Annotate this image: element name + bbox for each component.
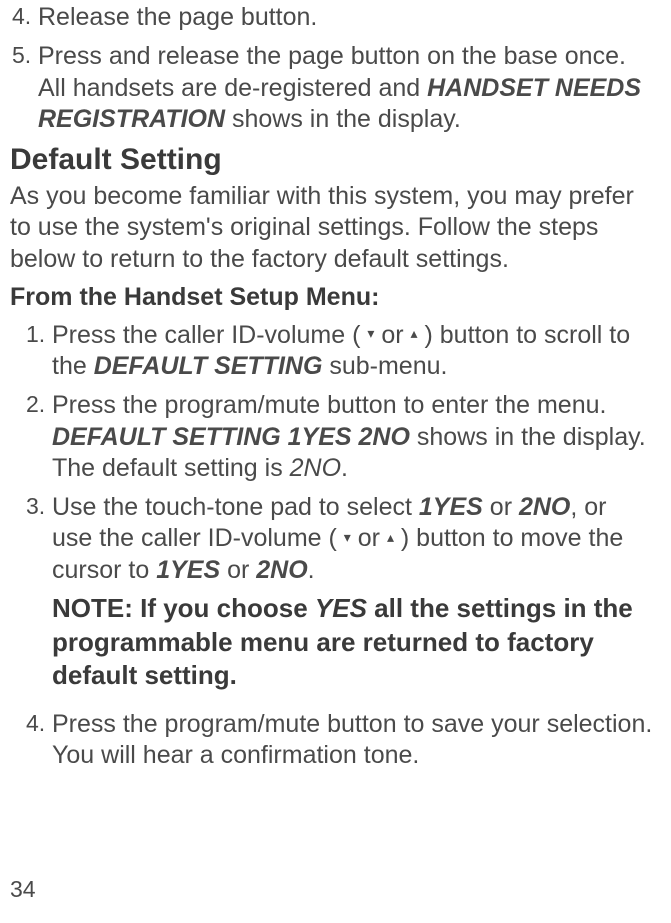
list-item-ds1: 1. Press the caller ID-volume ( ▾ or ▴ )… xyxy=(24,320,653,383)
text-fragment: shows in the display. xyxy=(225,105,461,133)
ui-term: DEFAULT SETTING 1YES 2NO xyxy=(52,423,410,451)
list-item-5: 5. Press and release the page button on … xyxy=(10,41,653,135)
list-text: Press the program/mute button to enter t… xyxy=(52,390,653,484)
note-yes: YES xyxy=(315,593,367,623)
ui-term: 2NO xyxy=(256,556,307,584)
note-text: NOTE: If you choose xyxy=(52,593,315,623)
text-fragment: Press the program/mute button to enter t… xyxy=(52,391,606,419)
ui-term-italic: 2NO xyxy=(290,454,341,482)
paragraph: As you become familiar with this system,… xyxy=(10,181,653,275)
ui-term: 1YES xyxy=(419,493,483,521)
section-heading-default-setting: Default Setting xyxy=(10,143,653,177)
ui-term: DEFAULT SETTING xyxy=(94,352,323,380)
up-arrow-icon: ▴ xyxy=(387,529,394,547)
text-fragment: or xyxy=(220,556,256,584)
text-fragment: sub-menu. xyxy=(322,352,447,380)
note-block: NOTE: If you choose YES all the settings… xyxy=(52,592,653,693)
sub-heading-handset-menu: From the Handset Setup Menu: xyxy=(10,283,653,312)
list-number: 2. xyxy=(24,390,52,484)
down-arrow-icon: ▾ xyxy=(367,325,374,343)
list-item-ds4: 4. Press the program/mute button to save… xyxy=(24,709,653,772)
down-arrow-icon: ▾ xyxy=(344,529,351,547)
text-fragment: or xyxy=(374,321,410,349)
list-text: Release the page button. xyxy=(38,2,653,33)
ordered-list: 1. Press the caller ID-volume ( ▾ or ▴ )… xyxy=(10,320,653,772)
text-fragment: Use the touch-tone pad to select xyxy=(52,493,419,521)
text-fragment: or xyxy=(351,524,387,552)
list-item-4: 4. Release the page button. xyxy=(10,2,653,33)
list-number: 5. xyxy=(10,41,38,135)
list-number: 4. xyxy=(24,709,52,772)
list-text: Press the caller ID-volume ( ▾ or ▴ ) bu… xyxy=(52,320,653,383)
list-item-ds2: 2. Press the program/mute button to ente… xyxy=(24,390,653,484)
text-fragment: Press the caller ID-volume ( xyxy=(52,321,367,349)
page-number: 34 xyxy=(10,876,36,903)
page-content: 4. Release the page button. 5. Press and… xyxy=(10,0,653,772)
ui-term: 2NO xyxy=(519,493,570,521)
ui-term: 1YES xyxy=(156,556,220,584)
list-number: 4. xyxy=(10,2,38,33)
list-item-ds3: 3. Use the touch-tone pad to select 1YES… xyxy=(24,492,653,701)
text-fragment: . xyxy=(308,556,315,584)
list-text: Use the touch-tone pad to select 1YES or… xyxy=(52,492,653,701)
text-fragment: . xyxy=(341,454,348,482)
text-fragment: or xyxy=(483,493,519,521)
list-text: Press and release the page button on the… xyxy=(38,41,653,135)
up-arrow-icon: ▴ xyxy=(411,325,418,343)
list-number: 1. xyxy=(24,320,52,383)
list-number: 3. xyxy=(24,492,52,701)
list-text: Press the program/mute button to save yo… xyxy=(52,709,653,772)
